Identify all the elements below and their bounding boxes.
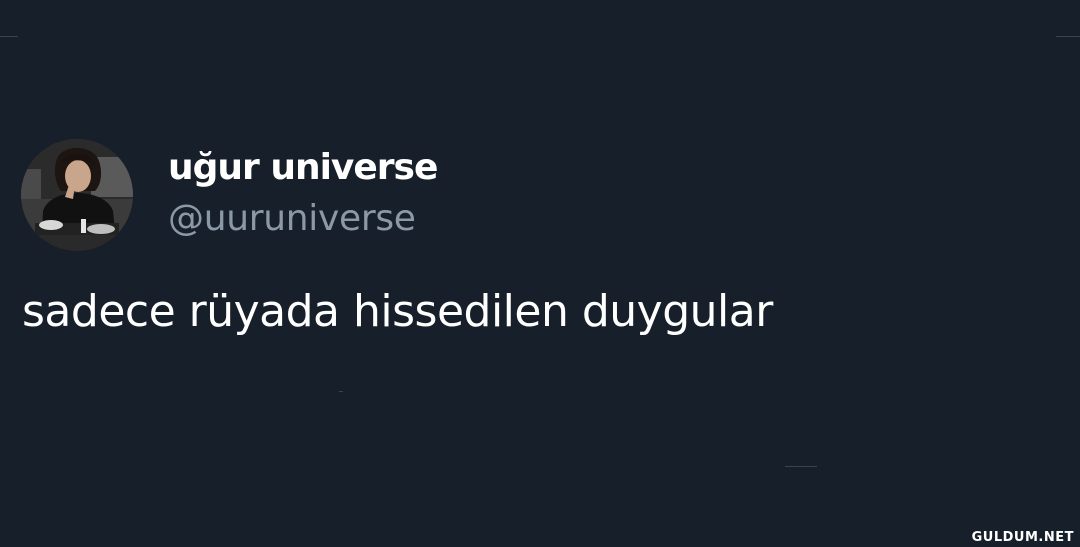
top-left-divider — [0, 36, 18, 37]
top-right-divider — [1056, 36, 1080, 37]
tweet-text: sadece rüyada hissedilen duygular — [22, 286, 773, 337]
watermark: GULDUM.NET — [971, 530, 1074, 545]
display-name[interactable]: uğur universe — [168, 145, 438, 191]
avatar[interactable] — [21, 139, 133, 251]
user-handle[interactable]: @uuruniverse — [168, 196, 416, 242]
tweet-card: uğur universe @uuruniverse sadece rüyada… — [0, 0, 1080, 547]
avatar-photo — [21, 139, 133, 251]
bottom-divider — [785, 466, 817, 467]
small-divider — [339, 391, 343, 392]
